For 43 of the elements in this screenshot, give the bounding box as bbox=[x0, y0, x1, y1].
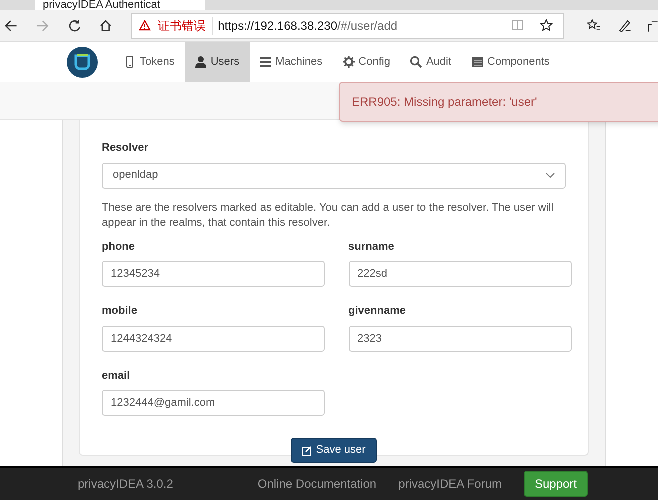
help-text: These are the resolvers marked as editable. You can add a user to the resolver. The user will appear in the realms, that contain this resolver. bbox=[102, 200, 555, 230]
field-label: surname bbox=[348, 240, 396, 254]
input-field[interactable]: 1244324324 bbox=[102, 326, 325, 352]
settings-icon bbox=[342, 56, 355, 68]
version-text: privacyIDEA 3.0.2 bbox=[78, 476, 174, 493]
input-field[interactable]: 1232444@gamil.com bbox=[102, 390, 325, 416]
logo-icon[interactable] bbox=[67, 46, 98, 78]
search-icon bbox=[410, 56, 422, 68]
nav-tab[interactable]: Users bbox=[184, 42, 250, 82]
nav-tab[interactable]: Machines bbox=[250, 42, 333, 82]
input-field[interactable]: 222sd bbox=[348, 261, 572, 287]
star-icon[interactable] bbox=[540, 19, 553, 32]
server-icon bbox=[260, 56, 272, 68]
back-icon[interactable] bbox=[4, 18, 18, 32]
address-bar[interactable]: 证书错误 https://192.168.38.230/#/user/add bbox=[131, 12, 564, 38]
input-field[interactable]: 12345234 bbox=[102, 261, 325, 287]
refresh-icon[interactable] bbox=[68, 18, 82, 32]
resolver-select[interactable]: openldap bbox=[102, 162, 566, 188]
url-text: https://192.168.38.230/#/user/add bbox=[218, 18, 398, 34]
chevron-icon bbox=[546, 173, 555, 178]
pen-icon[interactable] bbox=[618, 18, 632, 32]
favorites-icon[interactable] bbox=[586, 19, 600, 32]
certificate-warning[interactable]: 证书错误 bbox=[158, 16, 214, 34]
home-icon[interactable] bbox=[99, 18, 114, 32]
edit-icon bbox=[302, 446, 312, 456]
error-message: ERR905: Missing parameter: 'user' bbox=[352, 94, 538, 111]
phone-icon bbox=[124, 56, 136, 68]
field-label: email bbox=[102, 368, 132, 384]
field-label: phone bbox=[102, 240, 136, 254]
field-label: Resolver bbox=[102, 141, 150, 156]
support-button[interactable]: Support bbox=[524, 471, 588, 497]
footer-link[interactable]: Online Documentation bbox=[258, 475, 377, 493]
field-label: mobile bbox=[102, 304, 138, 319]
nav-tab[interactable]: Audit bbox=[400, 42, 462, 82]
footer-link[interactable]: privacyIDEA Forum bbox=[398, 475, 502, 493]
nav-tab[interactable]: Config bbox=[332, 42, 400, 82]
save-button[interactable]: Save user bbox=[291, 438, 377, 463]
field-label: givenname bbox=[348, 304, 407, 319]
nav-tab[interactable]: Components bbox=[462, 42, 560, 82]
warning-icon bbox=[139, 20, 152, 31]
user-icon bbox=[194, 56, 207, 68]
nav-tab[interactable]: Tokens bbox=[114, 42, 185, 82]
input-field[interactable]: 2323 bbox=[348, 326, 572, 352]
